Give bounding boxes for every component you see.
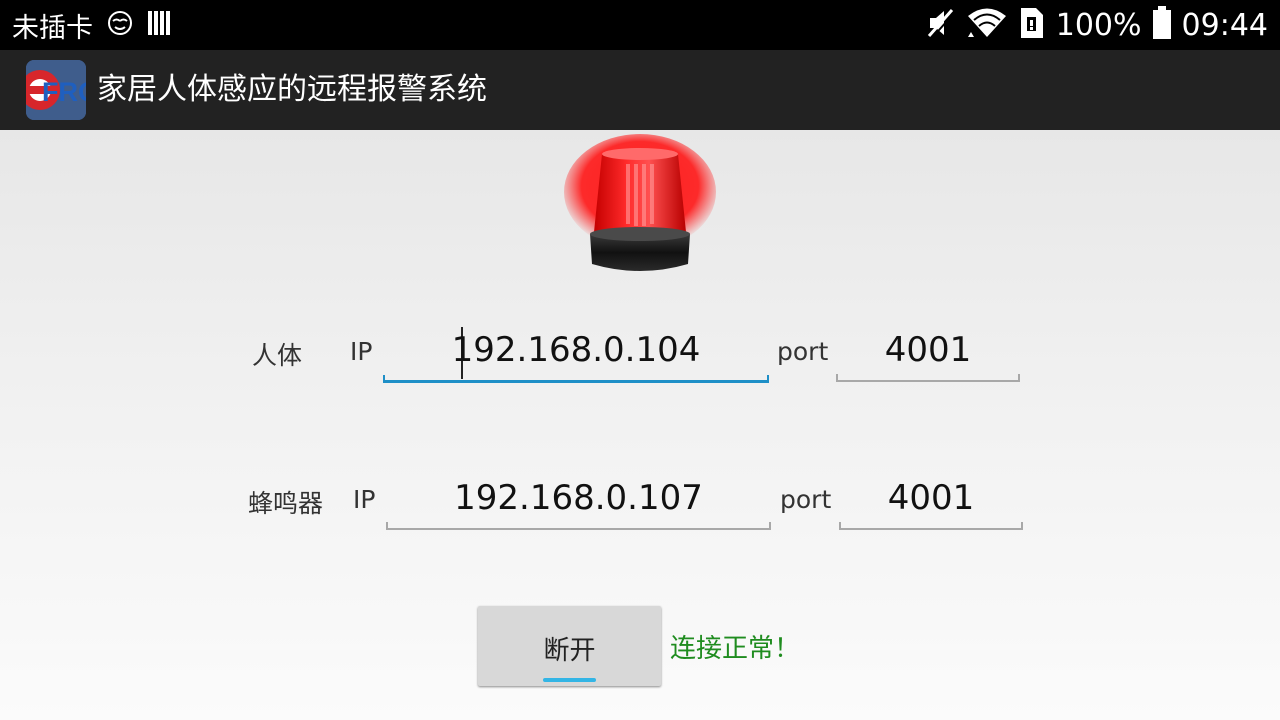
buzzer-port-label: port: [780, 485, 832, 514]
human-ip-underline: [383, 375, 769, 383]
battery-icon: [1152, 6, 1172, 44]
disconnect-button-label: 断开: [543, 635, 596, 665]
battery-percent: 100%: [1055, 7, 1142, 43]
buzzer-ip-input[interactable]: 192.168.0.107: [386, 478, 771, 530]
buzzer-port-underline: [839, 522, 1023, 530]
app-title: 家居人体感应的远程报警系统: [97, 72, 487, 107]
logo-lettering: FRO: [42, 77, 86, 107]
human-ip-label: IP: [350, 337, 373, 366]
status-right: 100% 09:44: [926, 0, 1268, 50]
buzzer-label: 蜂鸣器: [248, 489, 324, 518]
human-ip-input[interactable]: 192.168.0.104: [383, 327, 769, 383]
app-logo-icon[interactable]: FRO: [26, 60, 86, 120]
human-port-value: 4001: [884, 330, 972, 370]
status-left: 未插卡: [12, 0, 173, 50]
buzzer-ip-label: IP: [353, 485, 376, 514]
carrier-text: 未插卡: [12, 12, 93, 44]
status-bar: 未插卡 100% 09:44: [0, 0, 1280, 50]
human-sensor-label: 人体: [252, 341, 303, 370]
buzzer-ip-underline: [386, 522, 771, 530]
disconnect-button[interactable]: 断开: [478, 606, 661, 686]
action-bar: FRO 家居人体感应的远程报警系统: [0, 50, 1280, 130]
wifi-icon: [966, 7, 1008, 43]
buzzer-port-input[interactable]: 4001: [839, 478, 1023, 530]
main-content: 人体 IP 192.168.0.104 port 4001 蜂鸣器 IP 192…: [0, 130, 1280, 720]
emoji-face-icon: [107, 10, 133, 40]
button-focus-indicator: [543, 678, 596, 682]
clock: 09:44: [1181, 7, 1268, 43]
mute-icon: [926, 7, 956, 43]
human-port-label: port: [777, 337, 829, 366]
buzzer-port-value: 4001: [887, 478, 975, 518]
signal-bars-icon: [147, 9, 173, 41]
connection-status-text: 连接正常！: [670, 634, 801, 664]
human-ip-value: 192.168.0.104: [451, 330, 701, 370]
buzzer-ip-value: 192.168.0.107: [454, 478, 703, 518]
human-port-input[interactable]: 4001: [836, 330, 1020, 382]
alarm-light-icon: [562, 134, 718, 274]
data-sync-icon: [1018, 7, 1046, 43]
human-port-underline: [836, 374, 1020, 382]
